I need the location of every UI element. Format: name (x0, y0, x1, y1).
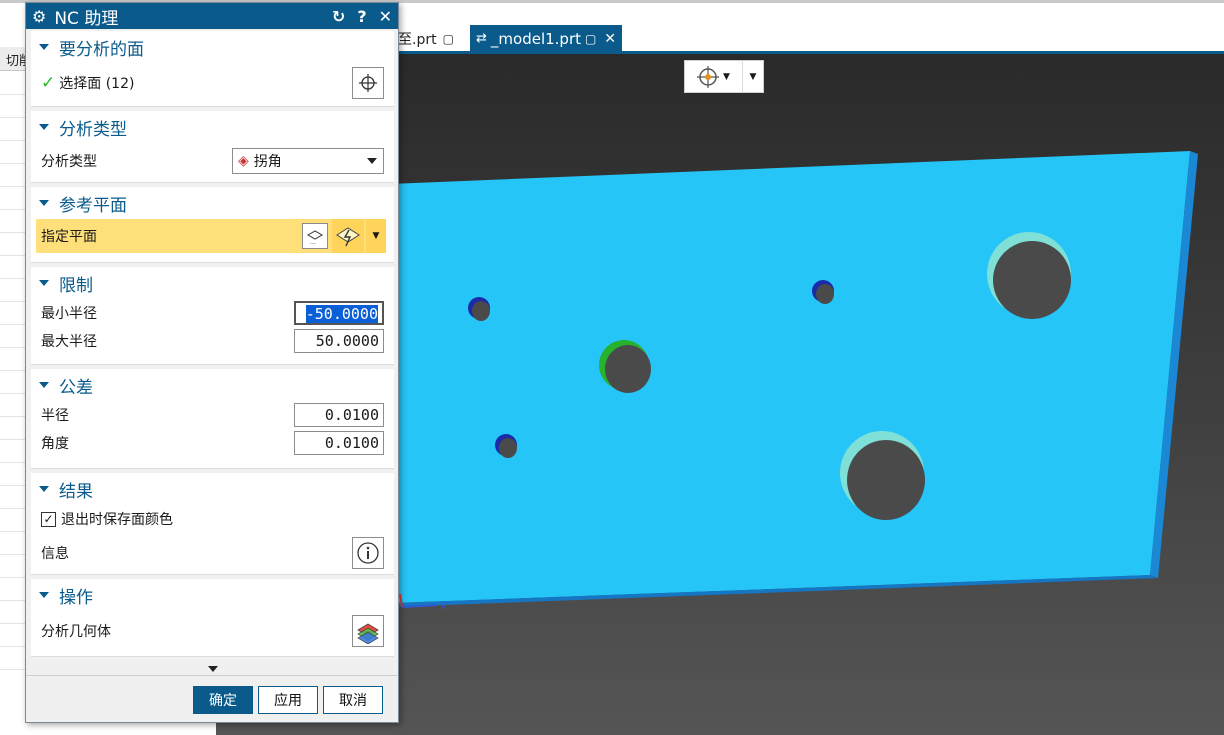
analysis-type-select[interactable]: ◈ 拐角 (232, 148, 384, 174)
apply-button[interactable]: 应用 (258, 686, 318, 714)
section-title: 参考平面 (59, 195, 127, 216)
plane-dialog-icon: ... (306, 230, 324, 245)
min-radius-value: -50.0000 (305, 305, 378, 323)
radius-tolerance-input[interactable]: 0.0100 (294, 403, 384, 427)
plane-lightning-icon (336, 227, 360, 247)
tab-label: 至.prt (398, 31, 437, 48)
collapse-icon (39, 592, 49, 598)
cancel-button[interactable]: 取消 (323, 686, 383, 714)
snap-point-button[interactable]: ▼ (685, 61, 743, 92)
angle-tolerance-label: 角度 (41, 436, 69, 452)
section-operation: 操作 分析几何体 (31, 579, 394, 657)
tab-modified-icon: ▢ (585, 31, 597, 46)
section-header[interactable]: 公差 (31, 369, 394, 401)
select-face-button[interactable] (352, 67, 384, 99)
plane-dialog-button[interactable]: ... (302, 223, 328, 249)
close-icon[interactable]: ✕ (604, 31, 616, 47)
section-title: 操作 (59, 587, 93, 608)
tab-file-1[interactable]: 至.prt ▢ (398, 26, 460, 51)
section-header[interactable]: 分析类型 (31, 111, 394, 143)
chevron-down-icon (367, 158, 377, 164)
analysis-type-label: 分析类型 (41, 154, 97, 170)
collapse-icon (39, 200, 49, 206)
dialog-titlebar[interactable]: ⚙ NC 助理 ↻ ? ✕ (26, 3, 398, 29)
close-icon[interactable]: ✕ (379, 7, 392, 26)
gear-icon[interactable]: ⚙ (32, 7, 46, 26)
min-radius-label: 最小半径 (41, 306, 97, 322)
svg-text:X: X (440, 601, 447, 612)
section-reference-plane: 参考平面 指定平面 ... ▼ (31, 187, 394, 263)
info-icon (357, 542, 379, 564)
collapse-icon (39, 382, 49, 388)
view-toolbar: ▼ ▼ (684, 60, 764, 93)
dialog-title: NC 助理 (54, 8, 119, 29)
analyze-geometry-button[interactable] (352, 615, 384, 647)
tab-modified-icon: ▢ (442, 31, 454, 46)
analysis-type-value: 拐角 (253, 154, 282, 170)
section-results: 结果 ✓ 退出时保存面颜色 信息 (31, 473, 394, 575)
help-icon[interactable]: ? (357, 7, 366, 26)
inferred-plane-button[interactable] (332, 219, 364, 253)
section-header[interactable]: 参考平面 (31, 187, 394, 219)
section-title: 要分析的面 (59, 39, 144, 60)
chevron-down-icon (207, 666, 218, 672)
collapse-icon (39, 44, 49, 50)
chevron-down-icon: ▼ (723, 71, 730, 82)
ok-button[interactable]: 确定 (193, 686, 253, 714)
crosshair-icon (359, 74, 377, 92)
specify-plane-row[interactable]: 指定平面 ... ▼ (36, 219, 386, 253)
analyze-geometry-icon (357, 623, 379, 644)
section-header[interactable]: 限制 (31, 267, 394, 299)
radius-tolerance-label: 半径 (41, 408, 69, 424)
checkmark-icon: ✓ (41, 73, 56, 93)
plane-type-dropdown[interactable]: ▼ (366, 219, 386, 253)
section-title: 公差 (59, 377, 93, 398)
cube-icon: ◈ (238, 153, 249, 169)
section-analysis-type: 分析类型 分析类型 ◈ 拐角 (31, 111, 394, 183)
section-limits: 限制 最小半径 -50.0000 最大半径 50.0000 (31, 267, 394, 365)
save-color-label: 退出时保存面颜色 (61, 512, 173, 528)
collapse-icon (39, 124, 49, 130)
section-header[interactable]: 要分析的面 (31, 31, 394, 63)
chevron-down-icon: ▼ (372, 231, 380, 241)
section-title: 限制 (59, 275, 93, 296)
info-label: 信息 (41, 546, 69, 562)
svg-text:...: ... (310, 239, 316, 245)
max-radius-input[interactable]: 50.0000 (294, 329, 384, 353)
collapse-icon (39, 280, 49, 286)
target-icon (697, 65, 720, 88)
section-title: 结果 (59, 481, 93, 502)
section-header[interactable]: 结果 (31, 473, 394, 505)
tab-model1[interactable]: ⇄ _model1.prt ▢ ✕ (470, 25, 622, 52)
specify-plane-label: 指定平面 (41, 229, 97, 245)
angle-tolerance-input[interactable]: 0.0100 (294, 431, 384, 455)
tab-sync-icon: ⇄ (476, 31, 487, 46)
chevron-down-icon: ▼ (749, 71, 757, 82)
analyze-geometry-label: 分析几何体 (41, 624, 111, 640)
collapse-icon (39, 486, 49, 492)
section-tolerance: 公差 半径 0.0100 角度 0.0100 (31, 369, 394, 469)
section-header[interactable]: 操作 (31, 579, 394, 611)
min-radius-input[interactable]: -50.0000 (294, 301, 384, 325)
dialog-footer: 确定 应用 取消 (26, 675, 398, 722)
tab-label: _model1.prt (490, 29, 581, 48)
select-face-label: 选择面 (12) (59, 76, 135, 92)
max-radius-label: 最大半径 (41, 334, 97, 350)
info-button[interactable] (352, 537, 384, 569)
save-color-checkbox[interactable]: ✓ (41, 511, 56, 527)
toolbar-overflow-button[interactable]: ▼ (743, 72, 763, 82)
section-title: 分析类型 (59, 119, 127, 140)
section-faces: 要分析的面 ✓ 选择面 (12) (31, 31, 394, 107)
nc-assistant-dialog: ⚙ NC 助理 ↻ ? ✕ 要分析的面 ✓ 选择面 (12) 分析类型 分析类型… (25, 2, 399, 723)
reset-icon[interactable]: ↻ (332, 7, 345, 26)
plate-top-face (366, 151, 1190, 604)
